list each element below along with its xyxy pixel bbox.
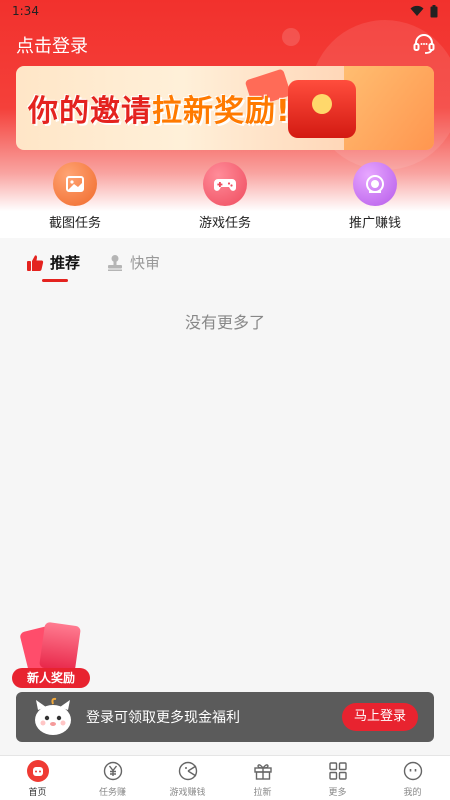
nav-item-task-earn[interactable]: 任务赚 <box>75 756 150 800</box>
nav-label: 游戏赚钱 <box>169 788 206 798</box>
quick-item-label: 推广赚钱 <box>348 216 401 231</box>
thumbs-up-icon <box>27 254 44 271</box>
quick-item-game-task[interactable]: 游戏任务 <box>150 162 300 238</box>
status-icons <box>410 4 438 18</box>
quick-item-promote-earn[interactable]: 推广赚钱 <box>300 162 450 238</box>
bottom-nav: 首页 任务赚 游戏赚钱 拉新 更多 我的 <box>0 755 450 800</box>
status-bar: 1:34 <box>0 0 450 22</box>
coin-icon <box>312 94 332 114</box>
feed-empty-text: 没有更多了 <box>184 313 265 332</box>
quick-menu: 截图任务 游戏任务 推广赚钱 <box>0 162 450 238</box>
login-prompt-bar: 登录可领取更多现金福利 马上登录 <box>16 692 434 742</box>
nav-item-home[interactable]: 首页 <box>0 756 75 800</box>
tab-label: 快审 <box>130 254 161 272</box>
tab-recommend[interactable]: 推荐 <box>26 252 80 273</box>
gamepad-icon <box>203 162 247 206</box>
red-envelope-icon <box>19 621 82 676</box>
new-user-reward-label: 新人奖励 <box>12 668 90 688</box>
face-icon <box>403 761 422 781</box>
banner-decoration <box>344 66 434 150</box>
login-prompt-text: 登录可领取更多现金福利 <box>86 710 240 726</box>
nav-item-game-earn[interactable]: 游戏赚钱 <box>150 756 225 800</box>
tab-quick-review[interactable]: 快审 <box>106 252 160 273</box>
quick-item-label: 游戏任务 <box>198 216 251 231</box>
banner-title-highlight: 拉新奖励! <box>152 94 291 129</box>
banner-title: 你的邀请拉新奖励! <box>28 86 291 130</box>
nav-item-more[interactable]: 更多 <box>300 756 375 800</box>
gift-icon <box>253 764 272 780</box>
grid-icon <box>328 762 347 780</box>
home-icon <box>26 760 49 782</box>
yen-icon <box>103 761 122 781</box>
nav-item-invite[interactable]: 拉新 <box>225 756 300 800</box>
wifi-icon <box>410 5 424 16</box>
nav-label: 首页 <box>28 788 47 798</box>
invite-banner[interactable]: 你的邀请拉新奖励! <box>16 66 434 150</box>
battery-icon <box>430 4 438 17</box>
nav-label: 更多 <box>328 788 347 798</box>
quick-item-screenshot-task[interactable]: 截图任务 <box>0 162 150 238</box>
header-decoration-dot <box>282 28 300 46</box>
promo-icon <box>353 162 397 206</box>
active-tab-indicator <box>42 279 68 282</box>
nav-label: 我的 <box>403 788 422 798</box>
red-packet-icon <box>288 80 356 138</box>
status-time: 1:34 <box>12 4 39 18</box>
game-icon <box>178 761 197 781</box>
feed-tabs: 推荐 快审 <box>0 238 450 290</box>
new-user-reward-button[interactable]: 新人奖励 <box>12 621 90 690</box>
login-link[interactable]: 点击登录 <box>16 32 88 58</box>
login-now-button[interactable]: 马上登录 <box>341 703 418 731</box>
quick-item-label: 截图任务 <box>48 216 101 231</box>
nav-label: 拉新 <box>253 788 272 798</box>
stamp-icon <box>108 254 122 271</box>
headset-icon[interactable] <box>412 32 436 56</box>
mascot-icon <box>35 697 71 735</box>
banner-title-main: 你的邀请 <box>28 94 152 129</box>
tab-label: 推荐 <box>50 254 81 272</box>
image-icon <box>53 162 97 206</box>
nav-label: 任务赚 <box>98 788 126 798</box>
nav-item-profile[interactable]: 我的 <box>375 756 450 800</box>
